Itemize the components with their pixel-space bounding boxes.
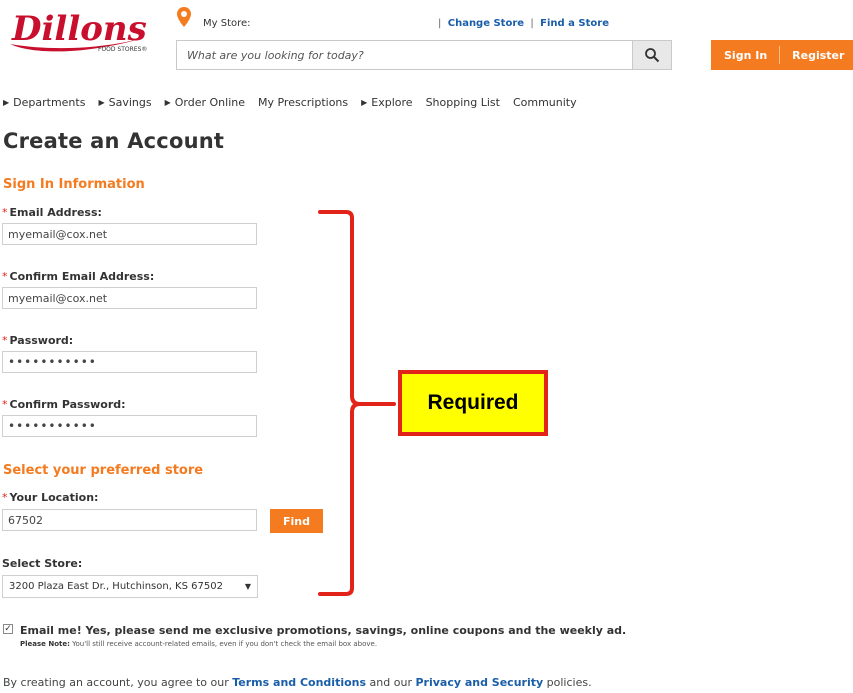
divider xyxy=(779,46,781,64)
location-pin-icon xyxy=(176,6,192,28)
triangle-right-icon: ▶ xyxy=(98,98,105,107)
change-store-link[interactable]: Change Store xyxy=(448,18,524,29)
nav-label: Savings xyxy=(108,96,152,109)
required-star: * xyxy=(2,270,8,283)
nav-label: Departments xyxy=(13,96,86,109)
opt-in-note: Please Note: You'll still receive accoun… xyxy=(20,640,377,648)
dropdown-arrow-icon: ▼ xyxy=(244,582,251,591)
location-label-text: Your Location: xyxy=(9,491,99,504)
store-select[interactable]: 3200 Plaza East Dr., Hutchinson, KS 6750… xyxy=(2,575,258,598)
email-opt-in-text: Email me! Yes, please send me exclusive … xyxy=(20,624,627,637)
agree-suffix: policies. xyxy=(546,676,592,689)
confirm-password-label-text: Confirm Password: xyxy=(9,398,126,411)
main-nav: ▶ Departments ▶ Savings ▶ Order Online My P… xyxy=(3,96,590,109)
confirm-email-label-text: Confirm Email Address: xyxy=(9,270,155,283)
register-button[interactable]: Register xyxy=(792,49,844,62)
agreement-text: By creating an account, you agree to our… xyxy=(3,676,592,689)
store-links: | Change Store | Find a Store xyxy=(438,18,609,29)
nav-label: Order Online xyxy=(174,96,245,109)
email-label: * Email Address: xyxy=(2,206,102,219)
select-store-label: Select Store: xyxy=(2,557,83,570)
required-star: * xyxy=(2,206,8,219)
search-button[interactable] xyxy=(632,41,671,69)
required-star: * xyxy=(2,491,8,504)
store-heading: Select your preferred store xyxy=(3,463,204,478)
sign-in-button[interactable]: Sign In xyxy=(724,49,767,62)
separator: | xyxy=(530,18,534,29)
confirm-email-label: * Confirm Email Address: xyxy=(2,270,154,283)
account-bar: Sign In Register xyxy=(711,40,853,70)
email-opt-in-checkbox[interactable]: ✓ xyxy=(3,624,13,634)
agree-middle: and our xyxy=(369,676,412,689)
password-field[interactable] xyxy=(2,351,257,373)
logo-subtext: FOOD STORES® xyxy=(98,46,147,53)
confirm-password-field[interactable] xyxy=(2,415,257,437)
nav-explore[interactable]: ▶ Explore xyxy=(361,96,412,109)
privacy-link[interactable]: Privacy and Security xyxy=(415,676,543,689)
nav-shopping-list[interactable]: Shopping List xyxy=(426,96,500,109)
my-store-label: My Store: xyxy=(203,18,251,29)
nav-prescriptions[interactable]: My Prescriptions xyxy=(258,96,348,109)
note-label: Please Note: xyxy=(20,640,70,648)
email-field[interactable] xyxy=(2,223,257,245)
logo-text: Dillons xyxy=(11,9,147,49)
note-text: You'll still receive account-related ema… xyxy=(72,640,378,648)
nav-label: Explore xyxy=(371,96,413,109)
page-title: Create an Account xyxy=(3,129,225,153)
password-label-text: Password: xyxy=(9,334,74,347)
triangle-right-icon: ▶ xyxy=(3,98,10,107)
separator: | xyxy=(438,18,442,29)
confirm-email-field[interactable] xyxy=(2,287,257,309)
required-star: * xyxy=(2,398,8,411)
search-bar xyxy=(176,40,672,70)
nav-departments[interactable]: ▶ Departments xyxy=(3,96,85,109)
selected-store-value: 3200 Plaza East Dr., Hutchinson, KS 6750… xyxy=(9,581,223,592)
logo-swoosh-icon: Dillons FOOD STORES® xyxy=(10,9,156,53)
search-icon xyxy=(645,48,660,63)
find-store-link[interactable]: Find a Store xyxy=(540,18,609,29)
required-bracket xyxy=(316,206,396,600)
triangle-right-icon: ▶ xyxy=(361,98,368,107)
required-callout: Required xyxy=(398,370,548,436)
required-star: * xyxy=(2,334,8,347)
nav-savings[interactable]: ▶ Savings xyxy=(98,96,151,109)
nav-community[interactable]: Community xyxy=(513,96,577,109)
dillons-logo[interactable]: Dillons FOOD STORES® xyxy=(6,4,162,56)
email-label-text: Email Address: xyxy=(9,206,102,219)
terms-link[interactable]: Terms and Conditions xyxy=(232,676,366,689)
agree-prefix: By creating an account, you agree to our xyxy=(3,676,229,689)
triangle-right-icon: ▶ xyxy=(164,98,171,107)
confirm-password-label: * Confirm Password: xyxy=(2,398,126,411)
search-input[interactable] xyxy=(177,41,633,69)
sign-in-heading: Sign In Information xyxy=(3,177,145,192)
location-label: * Your Location: xyxy=(2,491,98,504)
password-label: * Password: xyxy=(2,334,73,347)
location-field[interactable] xyxy=(2,509,257,531)
nav-order-online[interactable]: ▶ Order Online xyxy=(165,96,245,109)
